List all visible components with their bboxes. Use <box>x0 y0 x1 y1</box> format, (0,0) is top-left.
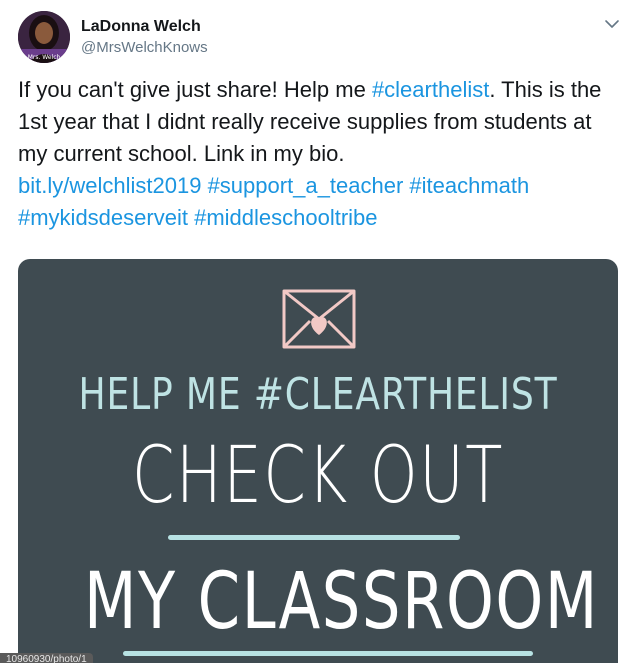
tweet-card: Mrs. Welch LaDonna Welch @MrsWelchKnows … <box>0 0 640 663</box>
display-name[interactable]: LaDonna Welch <box>81 17 208 37</box>
avatar-image: Mrs. Welch <box>18 11 70 63</box>
hashtag-link[interactable]: #middleschooltribe <box>194 205 377 230</box>
tweet-media-image[interactable]: HELP ME #CLEARTHELIST CHECK OUT MY CLASS… <box>18 259 618 663</box>
avatar-caption: Mrs. Welch <box>28 54 61 61</box>
hashtag-link[interactable]: #mykidsdeserveit <box>18 205 188 230</box>
avatar[interactable]: Mrs. Welch <box>18 11 70 63</box>
image-text-line2: CHECK OUT <box>131 431 505 521</box>
status-url-tooltip: 10960930/photo/1 <box>0 653 93 663</box>
image-text-line3: MY CLASSROOM <box>84 557 599 647</box>
hashtag-link[interactable]: #clearthelist <box>372 77 489 102</box>
hashtag-link[interactable]: #support_a_teacher <box>208 173 404 198</box>
author-block: LaDonna Welch @MrsWelchKnows <box>81 17 208 58</box>
tweet-text-segment: If you can't give just share! Help me <box>18 77 372 102</box>
tweet-text: If you can't give just share! Help me #c… <box>18 74 618 234</box>
user-handle[interactable]: @MrsWelchKnows <box>81 38 208 58</box>
chevron-down-icon[interactable] <box>604 16 620 32</box>
bio-link[interactable]: bit.ly/welchlist2019 <box>18 173 201 198</box>
hashtag-link[interactable]: #iteachmath <box>409 173 529 198</box>
image-text-line1: HELP ME #CLEARTHELIST <box>78 369 558 420</box>
image-underline <box>123 651 533 656</box>
image-underline <box>168 535 460 540</box>
